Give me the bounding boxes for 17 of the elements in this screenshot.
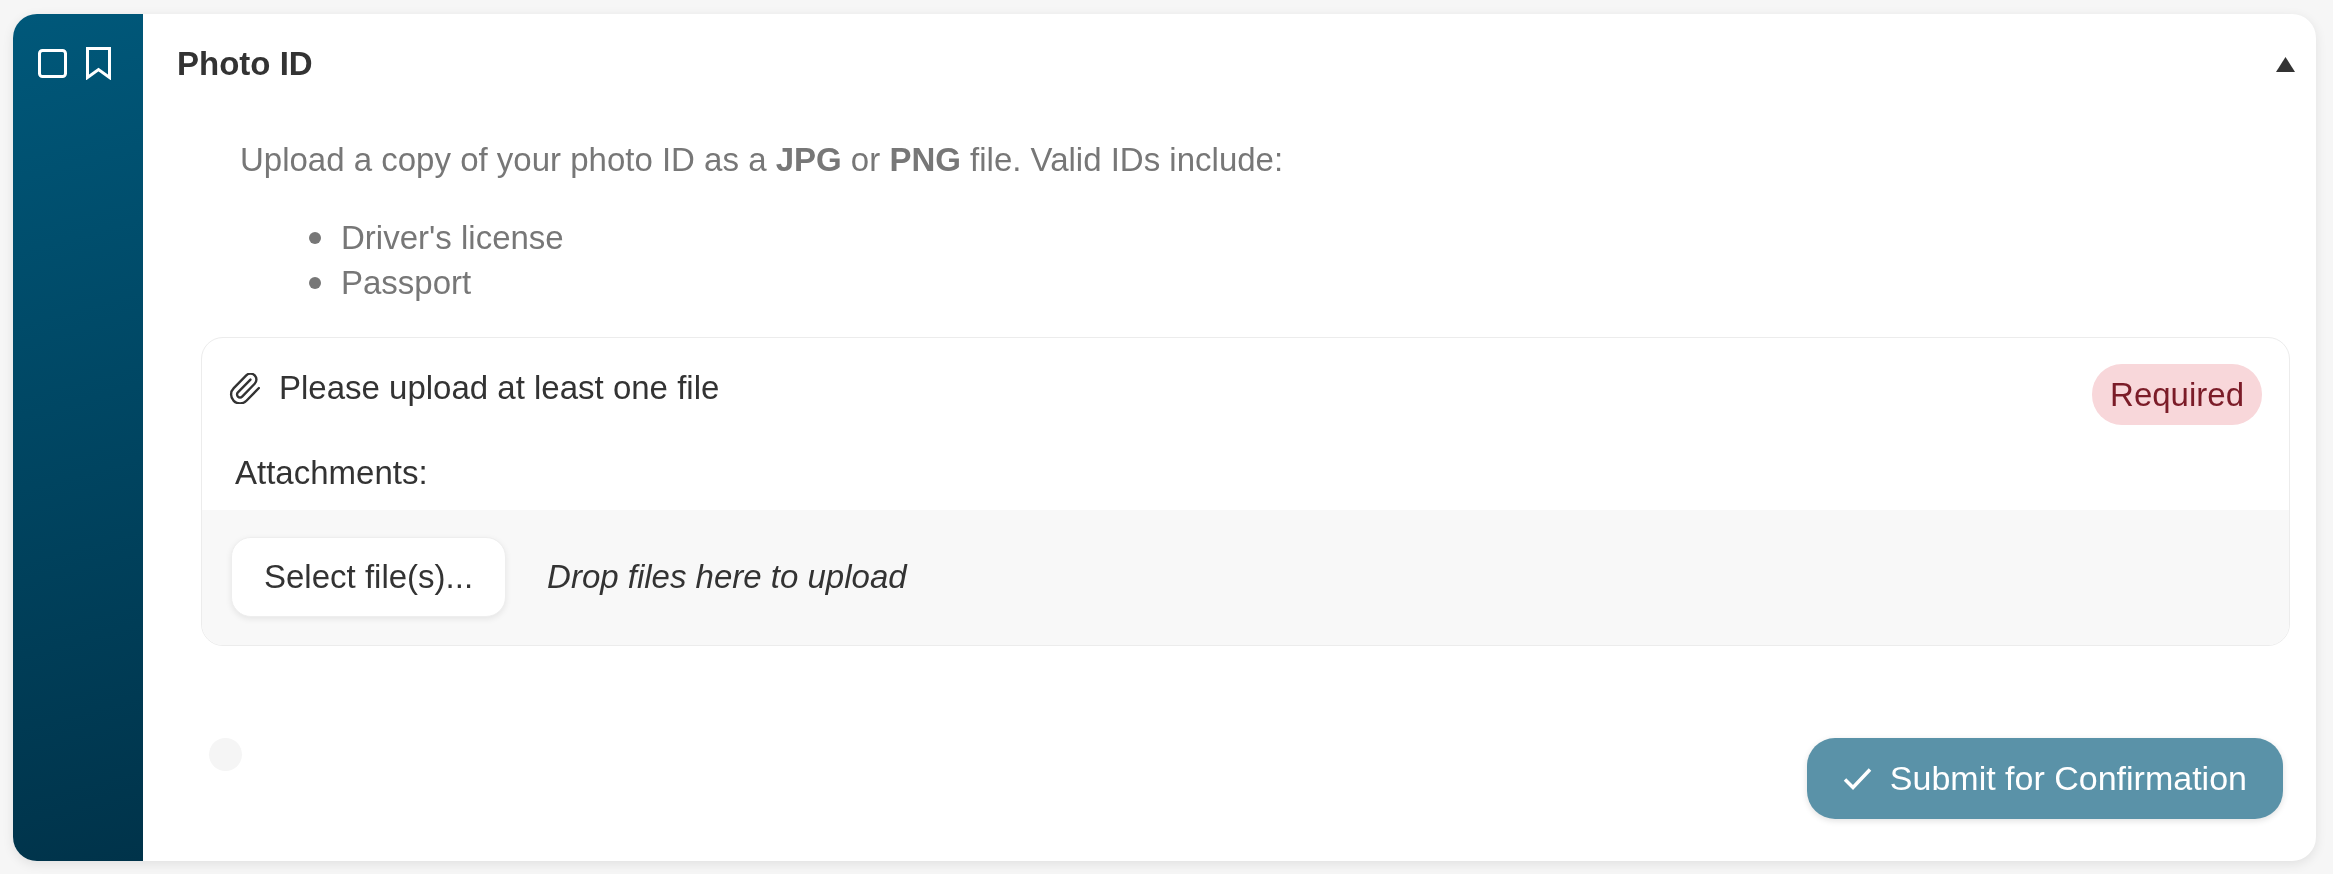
upload-prompt: Please upload at least one file: [279, 368, 720, 408]
bullet-icon: [309, 231, 321, 244]
list-item: Passport: [341, 263, 472, 303]
attachments-label: Attachments:: [235, 453, 429, 493]
drop-hint: Drop files here to upload: [547, 557, 907, 597]
check-icon: [1842, 767, 1872, 790]
bullet-icon: [309, 276, 321, 289]
description-text: Upload a copy of your photo ID as a JPG or PNG file. Valid IDs include:: [240, 140, 1285, 180]
caret-icon[interactable]: [2276, 56, 2295, 72]
required-badge: Required: [2092, 364, 2262, 425]
select-files-button[interactable]: Select file(s)...: [231, 537, 507, 617]
section-title: Photo ID: [177, 44, 313, 84]
list-item: Driver's license: [341, 218, 564, 258]
paperclip-icon: [229, 372, 260, 404]
bookmark-icon[interactable]: [86, 47, 111, 80]
drop-zone[interactable]: Select file(s)... Drop files here to upload: [202, 510, 2289, 645]
square-icon[interactable]: [38, 49, 67, 78]
